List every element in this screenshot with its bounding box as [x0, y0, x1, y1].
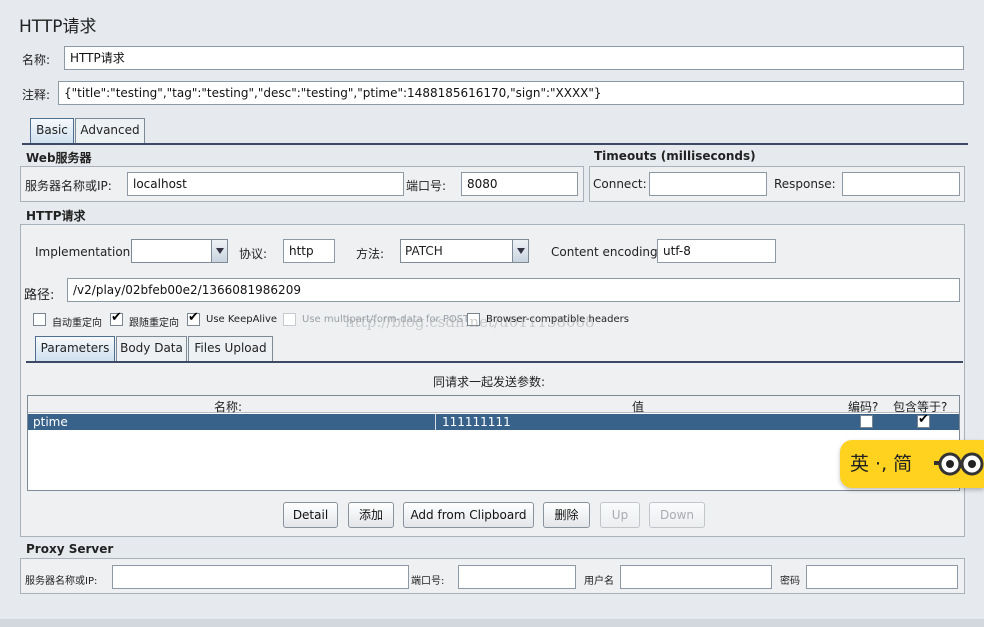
tab-advanced[interactable]: Advanced [75, 118, 145, 143]
proxy-port-field[interactable] [458, 565, 576, 589]
include-equals-checkbox[interactable] [917, 412, 930, 428]
params-table-header [28, 396, 959, 413]
tab-basic[interactable]: Basic [30, 118, 74, 143]
delete-button[interactable]: 删除 [543, 502, 590, 528]
connect-field[interactable] [649, 172, 767, 196]
follow-redirect-checkbox[interactable] [110, 310, 123, 326]
ime-widget[interactable]: 英 ·, 简 [840, 440, 984, 488]
port-field[interactable]: 8080 [461, 172, 578, 196]
proxy-password-field[interactable] [806, 565, 958, 589]
auto-redirect-label: 自动重定向 [52, 318, 102, 329]
follow-redirect-label: 跟随重定向 [129, 318, 179, 329]
tab-body-data[interactable]: Body Data [116, 336, 187, 361]
ime-mascot-icon [934, 452, 984, 476]
protocol-label: 协议: [239, 247, 268, 261]
response-field[interactable] [842, 172, 960, 196]
auto-redirect-checkbox[interactable] [33, 313, 46, 326]
keepalive-checkbox[interactable] [187, 310, 200, 326]
protocol-field[interactable]: http [283, 239, 335, 263]
port-label: 端口号: [406, 179, 447, 193]
dropdown-arrow-icon[interactable] [512, 240, 528, 262]
column-divider [435, 414, 436, 430]
method-select[interactable]: PATCH [400, 239, 529, 263]
dropdown-arrow-icon[interactable] [211, 240, 227, 262]
implementation-label: Implementation: [35, 245, 135, 259]
proxy-server-title: Proxy Server [26, 542, 114, 556]
name-field[interactable]: HTTP请求 [64, 46, 964, 70]
add-button[interactable]: 添加 [348, 502, 394, 528]
path-field[interactable]: /v2/play/02bfeb00e2/1366081986209 [67, 278, 960, 302]
param-tab-separator [26, 361, 963, 363]
down-button[interactable]: Down [649, 502, 705, 528]
name-label: 名称: [22, 53, 51, 67]
comment-field[interactable]: {"title":"testing","tag":"testing","desc… [58, 81, 964, 105]
tab-parameters[interactable]: Parameters [35, 336, 115, 361]
proxy-port-label: 端口号: [411, 576, 445, 587]
column-header-encode: 编码? [848, 400, 879, 414]
add-from-clipboard-button[interactable]: Add from Clipboard [403, 502, 534, 528]
proxy-username-field[interactable] [620, 565, 772, 589]
method-label: 方法: [356, 247, 385, 261]
connect-label: Connect: [593, 177, 647, 191]
params-caption: 同请求一起发送参数: [433, 375, 546, 389]
server-label: 服务器名称或IP: [25, 179, 112, 193]
ime-mode-text: 英 ·, 简 [850, 453, 913, 475]
encode-checkbox[interactable] [860, 415, 873, 428]
timeouts-title: Timeouts (milliseconds) [594, 149, 756, 163]
http-request-title: HTTP请求 [26, 209, 86, 223]
proxy-server-label: 服务器名称或IP: [25, 576, 98, 587]
tab-files-upload[interactable]: Files Upload [188, 336, 273, 361]
encoding-label: Content encoding: [551, 245, 662, 259]
multipart-checkbox[interactable] [283, 313, 296, 326]
implementation-select[interactable] [131, 239, 228, 263]
method-value: PATCH [405, 244, 443, 258]
main-tab-separator [22, 143, 968, 145]
watermark: http://blog.csdn.net/u011138068 [345, 313, 595, 331]
page-title: HTTP请求 [19, 17, 97, 37]
window-bottom-bar [0, 619, 984, 627]
param-name-cell[interactable]: ptime [33, 415, 68, 429]
param-value-cell[interactable]: 111111111 [442, 415, 511, 429]
server-name-field[interactable]: localhost [127, 172, 404, 196]
proxy-username-label: 用户名 [584, 576, 614, 587]
response-label: Response: [774, 177, 836, 191]
proxy-password-label: 密码 [780, 576, 800, 587]
web-server-title: Web服务器 [26, 151, 92, 165]
path-label: 路径: [24, 288, 55, 303]
detail-button[interactable]: Detail [283, 502, 338, 528]
proxy-server-field[interactable] [112, 565, 409, 589]
comment-label: 注释: [22, 88, 51, 102]
keepalive-label: Use KeepAlive [206, 314, 278, 325]
column-header-value: 值 [632, 400, 645, 414]
encoding-field[interactable]: utf-8 [657, 239, 776, 263]
up-button[interactable]: Up [600, 502, 640, 528]
column-header-name: 名称: [214, 400, 243, 414]
